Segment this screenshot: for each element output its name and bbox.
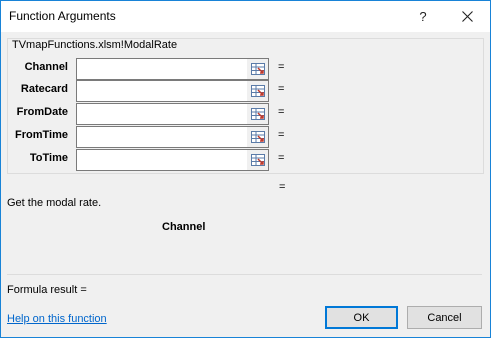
argument-result: =	[278, 83, 285, 95]
fromtime-input[interactable]	[76, 126, 249, 148]
help-on-function-link[interactable]: Help on this function	[7, 313, 107, 325]
argument-label: FromTime	[15, 129, 68, 141]
argument-row-fromtime: FromTime =	[0, 126, 491, 148]
argument-result: =	[278, 106, 285, 118]
close-button[interactable]	[444, 1, 490, 32]
argument-result: =	[278, 129, 285, 141]
current-argument-name: Channel	[162, 221, 206, 233]
totime-input[interactable]	[76, 149, 249, 171]
dialog-title: Function Arguments	[9, 9, 116, 23]
argument-row-channel: Channel =	[0, 58, 491, 80]
range-select-button[interactable]	[247, 58, 269, 80]
argument-label: Ratecard	[20, 83, 68, 95]
range-select-button[interactable]	[247, 126, 269, 148]
range-select-button[interactable]	[247, 149, 269, 171]
argument-result: =	[278, 61, 285, 73]
range-select-icon	[250, 85, 265, 97]
argument-row-ratecard: Ratecard =	[0, 80, 491, 102]
range-select-icon	[250, 154, 265, 166]
range-select-icon	[250, 63, 265, 75]
ratecard-input[interactable]	[76, 80, 249, 102]
function-result-equals: =	[279, 181, 286, 193]
range-select-icon	[250, 131, 265, 143]
cancel-button[interactable]: Cancel	[407, 306, 482, 329]
argument-label: ToTime	[29, 152, 68, 164]
argument-label: Channel	[24, 61, 68, 73]
range-select-button[interactable]	[247, 103, 269, 125]
function-description: Get the modal rate.	[7, 197, 102, 209]
title-bar[interactable]: Function Arguments ?	[1, 1, 490, 32]
argument-result: =	[278, 152, 285, 164]
range-select-icon	[250, 108, 265, 120]
range-select-button[interactable]	[247, 80, 269, 102]
help-icon: ?	[419, 9, 427, 24]
function-name: TVmapFunctions.xlsm!ModalRate	[12, 39, 178, 51]
fromdate-input[interactable]	[76, 103, 249, 125]
ok-button[interactable]: OK	[325, 306, 398, 329]
formula-result: Formula result =	[7, 284, 87, 296]
channel-input[interactable]	[76, 58, 249, 80]
close-icon	[461, 11, 473, 22]
help-button[interactable]: ?	[403, 1, 443, 32]
argument-row-fromdate: FromDate =	[0, 103, 491, 125]
divider	[7, 274, 482, 275]
argument-row-totime: ToTime =	[0, 149, 491, 171]
argument-label: FromDate	[16, 106, 68, 118]
